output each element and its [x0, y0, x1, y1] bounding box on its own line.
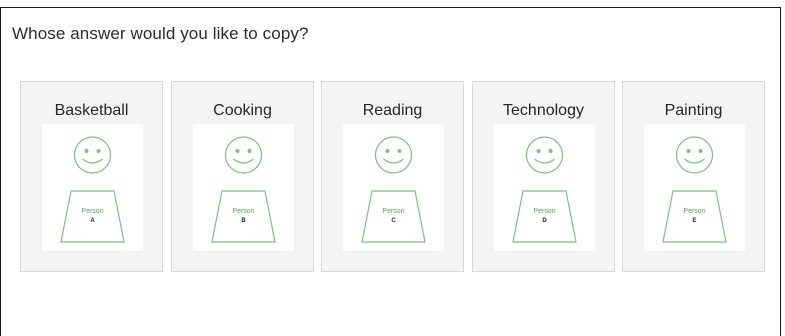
person-figure-svg [361, 136, 426, 243]
option-label: Basketball [54, 102, 129, 119]
person-text: Person [683, 208, 706, 215]
option-card-painting[interactable]: Painting Person E [622, 81, 765, 272]
option-label: Technology [503, 102, 584, 119]
person-text: Person [81, 208, 104, 215]
question-text: Whose answer would you like to copy? [12, 24, 309, 43]
person-figure-svg [662, 136, 727, 243]
person-letter: A [90, 218, 95, 224]
smiley-person-icon: Person D [494, 124, 595, 251]
option-card-basketball[interactable]: Basketball Person A [20, 81, 163, 272]
question-panel: Whose answer would you like to copy? Bas… [0, 7, 781, 336]
person-text: Person [533, 208, 556, 215]
person-letter: C [391, 218, 396, 224]
person-figure-svg [512, 136, 577, 243]
option-label: Painting [664, 102, 723, 119]
person-letter: B [241, 218, 246, 224]
person-figure-svg [60, 136, 125, 243]
person-text: Person [232, 208, 255, 215]
option-card-cooking[interactable]: Cooking Person B [171, 81, 314, 272]
option-label: Reading [362, 102, 423, 119]
smiley-person-icon: Person B [193, 124, 294, 251]
option-card-reading[interactable]: Reading Person C [321, 81, 464, 272]
smiley-person-icon: Person E [644, 124, 745, 251]
person-letter: E [692, 218, 697, 224]
smiley-person-icon: Person A [42, 124, 143, 251]
person-text: Person [382, 208, 405, 215]
option-card-technology[interactable]: Technology Person D [472, 81, 615, 272]
smiley-person-icon: Person C [343, 124, 444, 251]
person-letter: D [542, 218, 547, 224]
option-label: Cooking [213, 102, 272, 119]
answer-options: Basketball Person A Cooking Person B Rea… [20, 81, 767, 274]
person-figure-svg [211, 136, 276, 243]
